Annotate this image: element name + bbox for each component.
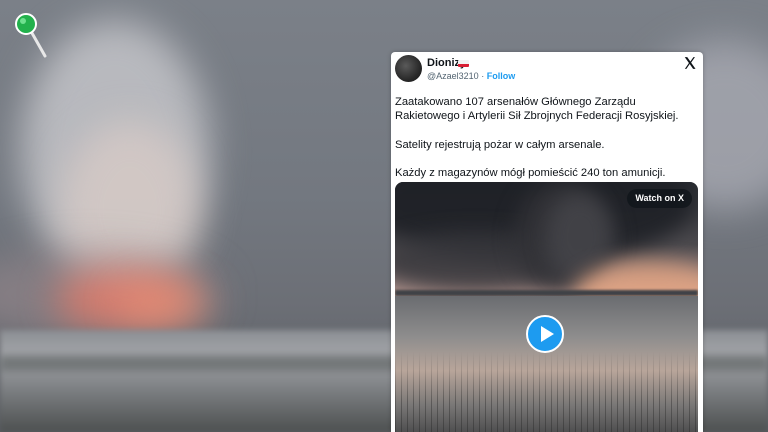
follow-button[interactable]: Follow: [487, 71, 516, 81]
author-meta: @Azael3210 · Follow: [427, 71, 515, 81]
watch-on-x-button[interactable]: Watch on X: [627, 189, 692, 208]
video-reeds: [395, 352, 698, 432]
fire-glow-secondary: [120, 285, 210, 325]
tweet-paragraph: Zaatakowano 107 arsenałów Głównego Zarzą…: [395, 96, 679, 123]
tweet-text: Zaatakowano 107 arsenałów Głównego Zarzą…: [395, 95, 697, 195]
tweet-paragraph: Satelity rejestrują pożar w całym arsena…: [395, 138, 605, 151]
tweet-video[interactable]: Watch on X: [395, 182, 698, 432]
avatar[interactable]: [395, 55, 422, 82]
play-button[interactable]: [526, 315, 564, 353]
poland-flag-icon: [458, 60, 469, 67]
tweet-paragraph: Każdy z magazynów mógł pomieścić 240 ton…: [395, 167, 666, 180]
play-icon: [541, 326, 554, 342]
tweet-card[interactable]: Dionizy @Azael3210 · Follow Zaatakowano …: [391, 52, 703, 432]
meta-separator: ·: [481, 71, 485, 81]
author-handle[interactable]: @Azael3210: [427, 71, 479, 81]
x-logo-icon[interactable]: [683, 56, 697, 70]
tweet-header: Dionizy @Azael3210 · Follow: [391, 52, 703, 92]
map-pin-icon: [15, 13, 47, 58]
